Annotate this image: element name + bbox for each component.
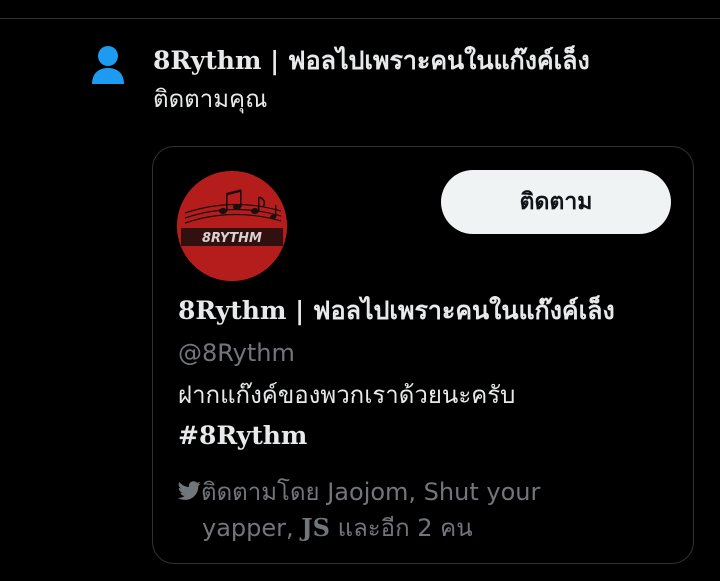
- notification-action-text: ติดตามคุณ: [153, 85, 268, 113]
- bio-hashtag[interactable]: #8Rythm: [178, 414, 683, 458]
- followed-by[interactable]: ติดตามโดย Jaojom, Shut your yapper, JS แ…: [177, 474, 683, 546]
- notification-header: 8Rythm | ฟอลไปเพราะคนในแก๊งค์เล็ง ติดตาม…: [153, 42, 713, 118]
- avatar[interactable]: 8RYTHM: [177, 171, 287, 281]
- followed-by-suffix: และอีก 2 คน: [337, 514, 473, 542]
- top-divider: [0, 18, 720, 19]
- avatar-logo: 8RYTHM: [177, 171, 287, 281]
- bio-text: ฝากแก๊งค์ของพวกเราด้วยนะครับ: [178, 381, 516, 409]
- followed-by-row-2: yapper, JS และอีก 2 คน: [178, 510, 683, 546]
- person-icon: [90, 44, 126, 88]
- avatar-label: 8RYTHM: [202, 231, 262, 246]
- notification-display-name[interactable]: 8Rythm | ฟอลไปเพราะคนในแก๊งค์เล็ง: [153, 42, 713, 80]
- followed-by-line2-start: yapper,: [202, 514, 294, 542]
- followed-by-prefix: ติดตามโดย Jaojom, Shut your: [201, 478, 541, 506]
- card-bio: ฝากแก๊งค์ของพวกเราด้วยนะครับ #8Rythm: [178, 376, 683, 458]
- twitter-bird-icon: [177, 476, 201, 500]
- user-card[interactable]: 8RYTHM ติดตาม 8Rythm | ฟอลไปเพราะคนในแก๊…: [152, 146, 694, 564]
- followed-by-bold-name: JS: [301, 513, 330, 542]
- followed-by-row-1: ติดตามโดย Jaojom, Shut your: [177, 474, 683, 510]
- card-handle[interactable]: @8Rythm: [178, 335, 295, 371]
- card-display-name[interactable]: 8Rythm | ฟอลไปเพราะคนในแก๊งค์เล็ง: [178, 292, 688, 330]
- follow-button[interactable]: ติดตาม: [441, 170, 671, 234]
